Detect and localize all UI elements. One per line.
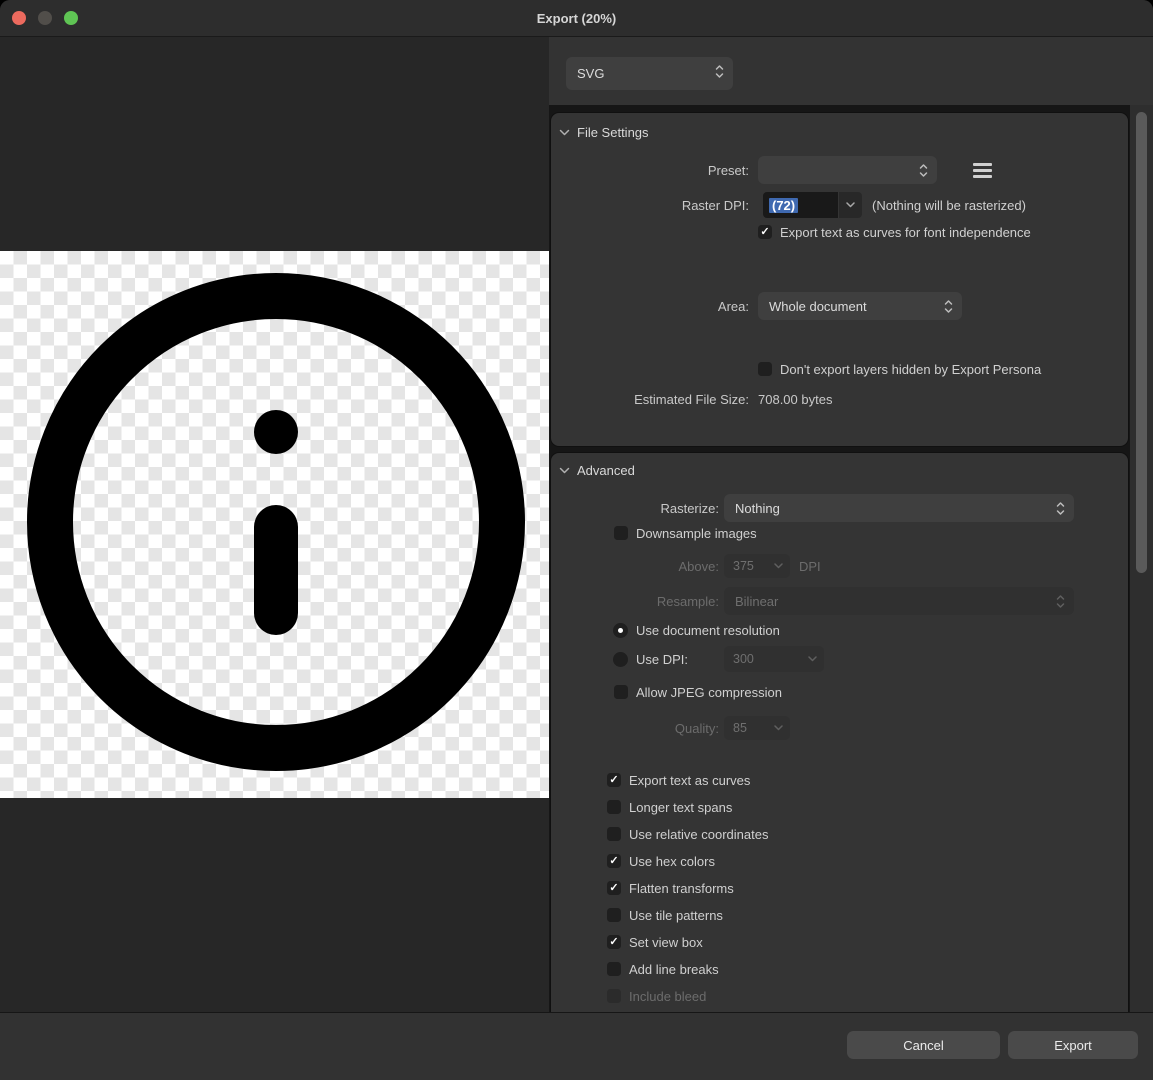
preview-info-icon — [0, 251, 549, 798]
export-text-as-curves-checkbox[interactable]: ✓ — [607, 773, 621, 787]
rasterize-select-value: Nothing — [735, 501, 780, 516]
use-dpi-label[interactable]: Use DPI: — [636, 652, 688, 667]
file-settings-header[interactable]: File Settings — [559, 121, 649, 143]
dont-export-hidden-checkbox[interactable]: ✓ — [758, 362, 772, 376]
chevron-updown-icon — [715, 64, 724, 79]
chevron-down-icon — [846, 202, 855, 208]
chevron-updown-icon — [919, 163, 928, 178]
option-label[interactable]: Longer text spans — [629, 800, 732, 815]
resample-select: Bilinear — [724, 587, 1074, 615]
downsample-images-label[interactable]: Downsample images — [636, 526, 757, 541]
resample-select-value: Bilinear — [735, 594, 778, 609]
format-select[interactable]: SVG — [566, 57, 733, 90]
dont-export-hidden-label[interactable]: Don't export layers hidden by Export Per… — [780, 362, 1041, 377]
area-select[interactable]: Whole document — [758, 292, 962, 320]
chevron-down-icon — [774, 725, 783, 731]
scrollbar-track[interactable] — [1130, 105, 1153, 1012]
raster-dpi-label: Raster DPI: — [551, 198, 749, 213]
use-dpi-radio[interactable] — [613, 652, 628, 667]
area-select-value: Whole document — [769, 299, 867, 314]
file-settings-section: File Settings Preset: Raster DPI: (72) ( — [550, 112, 1129, 447]
quality-label: Quality: — [551, 721, 719, 736]
close-window-button[interactable] — [12, 11, 26, 25]
preset-menu-icon[interactable] — [973, 163, 992, 178]
use-hex-colors-checkbox[interactable]: ✓ — [607, 854, 621, 868]
cancel-button[interactable]: Cancel — [847, 1031, 1000, 1059]
chevron-updown-icon — [1056, 594, 1065, 609]
rasterize-label: Rasterize: — [551, 501, 719, 516]
option-label[interactable]: Add line breaks — [629, 962, 719, 977]
option-label[interactable]: Use hex colors — [629, 854, 715, 869]
raster-dpi-note: (Nothing will be rasterized) — [872, 198, 1026, 213]
downsample-images-checkbox[interactable]: ✓ — [614, 526, 628, 540]
area-label: Area: — [551, 299, 749, 314]
section-collapse-icon — [559, 467, 570, 474]
option-label[interactable]: Use tile patterns — [629, 908, 723, 923]
use-document-resolution-label[interactable]: Use document resolution — [636, 623, 780, 638]
export-curves-font-checkbox[interactable]: ✓ — [758, 225, 772, 239]
rasterize-select[interactable]: Nothing — [724, 494, 1074, 522]
raster-dpi-dropdown-button[interactable] — [839, 192, 862, 218]
export-dialog: Export (20%) SVG File Settings — [0, 0, 1153, 1080]
above-label: Above: — [551, 559, 719, 574]
raster-dpi-selected-text: (72) — [769, 198, 798, 213]
minimize-window-button — [38, 11, 52, 25]
resample-label: Resample: — [551, 594, 719, 609]
section-collapse-icon — [559, 129, 570, 136]
dialog-footer: Cancel Export — [0, 1012, 1153, 1080]
estimated-size-value: 708.00 bytes — [758, 392, 832, 407]
zoom-window-button[interactable] — [64, 11, 78, 25]
export-button[interactable]: Export — [1008, 1031, 1138, 1059]
flatten-transforms-checkbox[interactable]: ✓ — [607, 881, 621, 895]
quality-select: 85 — [724, 716, 790, 740]
chevron-down-icon — [808, 656, 817, 662]
above-dpi-select: 375 — [724, 554, 790, 578]
above-dpi-suffix: DPI — [799, 559, 821, 574]
above-dpi-value: 375 — [733, 559, 754, 573]
export-curves-font-label[interactable]: Export text as curves for font independe… — [780, 225, 1031, 240]
option-label: Include bleed — [629, 989, 706, 1004]
transparency-checkerboard — [0, 251, 549, 798]
scrollbar-thumb[interactable] — [1136, 112, 1147, 573]
include-bleed-checkbox: ✓ — [607, 989, 621, 1003]
chevron-updown-icon — [1056, 501, 1065, 516]
preset-select[interactable] — [758, 156, 937, 184]
use-document-resolution-radio[interactable] — [613, 623, 628, 638]
add-line-breaks-checkbox[interactable]: ✓ — [607, 962, 621, 976]
raster-dpi-input[interactable]: (72) — [763, 192, 838, 218]
section-title: Advanced — [577, 463, 635, 478]
option-label[interactable]: Flatten transforms — [629, 881, 734, 896]
export-options-pane: SVG File Settings Preset: Raste — [549, 37, 1153, 1012]
option-label[interactable]: Use relative coordinates — [629, 827, 768, 842]
chevron-down-icon — [774, 563, 783, 569]
chevron-updown-icon — [944, 299, 953, 314]
use-dpi-value: 300 — [733, 652, 754, 666]
export-preview-area — [0, 37, 549, 1012]
use-relative-coordinates-checkbox[interactable]: ✓ — [607, 827, 621, 841]
option-label[interactable]: Set view box — [629, 935, 703, 950]
allow-jpeg-compression-label[interactable]: Allow JPEG compression — [636, 685, 782, 700]
section-title: File Settings — [577, 125, 649, 140]
advanced-header[interactable]: Advanced — [559, 459, 635, 481]
estimated-size-label: Estimated File Size: — [551, 392, 749, 407]
format-strip: SVG — [549, 37, 1153, 105]
format-select-value: SVG — [577, 66, 604, 81]
use-tile-patterns-checkbox[interactable]: ✓ — [607, 908, 621, 922]
set-view-box-checkbox[interactable]: ✓ — [607, 935, 621, 949]
option-label[interactable]: Export text as curves — [629, 773, 750, 788]
window-title: Export (20%) — [0, 0, 1153, 37]
quality-value: 85 — [733, 721, 747, 735]
preset-label: Preset: — [551, 163, 749, 178]
title-bar: Export (20%) — [0, 0, 1153, 37]
longer-text-spans-checkbox[interactable]: ✓ — [607, 800, 621, 814]
advanced-section: Advanced Rasterize: Nothing ✓ Downsample… — [550, 452, 1129, 1012]
use-dpi-select: 300 — [724, 646, 824, 672]
allow-jpeg-compression-checkbox[interactable]: ✓ — [614, 685, 628, 699]
